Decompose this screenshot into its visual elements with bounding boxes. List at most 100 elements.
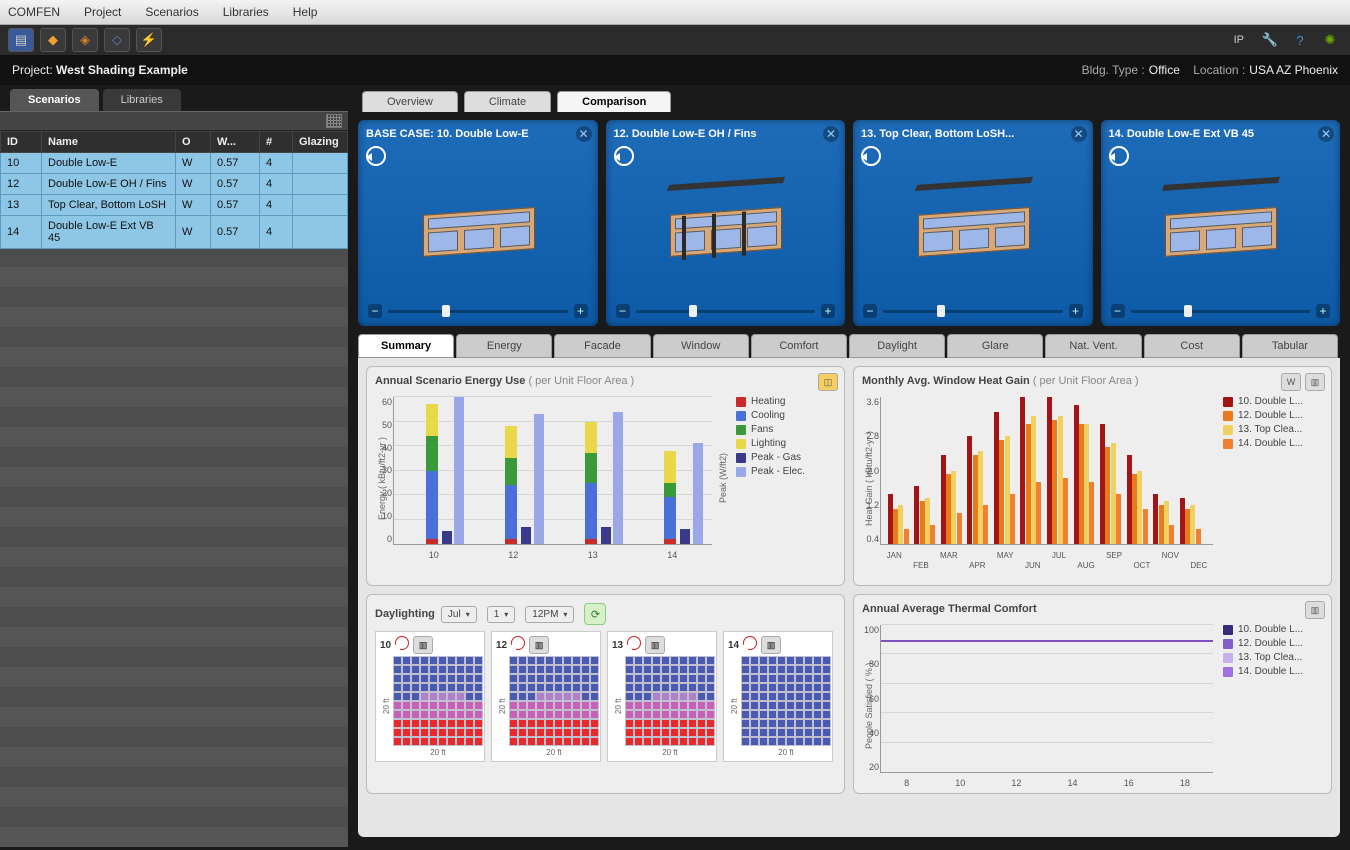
zoom-in-icon[interactable]: + [574, 304, 588, 318]
tab-overview[interactable]: Overview [362, 91, 458, 112]
comfort-legend: 10. Double L...12. Double L...13. Top Cl… [1217, 621, 1323, 791]
col-glazing[interactable]: Glazing [293, 132, 348, 153]
tool-cube-add-icon[interactable]: ◈ [72, 28, 98, 52]
zoom-out-icon[interactable]: − [368, 304, 382, 318]
heatmap-mode-icon[interactable]: ▥ [529, 636, 549, 654]
heatmap-14: 14▥20 ft20 ft [723, 631, 833, 762]
close-icon[interactable]: ✕ [823, 126, 839, 142]
zoom-out-icon[interactable]: − [863, 304, 877, 318]
compass-icon[interactable] [395, 636, 409, 650]
energy-toggle-icon[interactable]: ◫ [818, 373, 838, 391]
heatmap-13: 13▥20 ft20 ft [607, 631, 717, 762]
col-orientation[interactable]: O [176, 132, 211, 153]
model-3d[interactable] [1109, 170, 1333, 265]
menu-scenarios[interactable]: Scenarios [145, 5, 198, 19]
daylight-heatmaps: 10▥20 ft20 ft12▥20 ft20 ft13▥20 ft20 ft1… [375, 631, 836, 762]
col-wwr[interactable]: W... [211, 132, 260, 153]
main-area: Overview Climate Comparison ✕BASE CASE: … [348, 85, 1350, 847]
close-icon[interactable]: ✕ [576, 126, 592, 142]
legend-item: 12. Double L... [1223, 410, 1323, 421]
close-icon[interactable]: ✕ [1071, 126, 1087, 142]
grid-toggle-icon[interactable] [326, 114, 342, 128]
table-row[interactable]: 14Double Low-E Ext VB 45W0.574 [1, 216, 348, 249]
tab-scenarios[interactable]: Scenarios [10, 89, 99, 111]
zoom-slider[interactable] [883, 310, 1063, 313]
tab-climate[interactable]: Climate [464, 91, 551, 112]
tool-cube-icon[interactable]: ◆ [40, 28, 66, 52]
heatgain-chart-icon[interactable]: ▥ [1305, 373, 1325, 391]
model-3d[interactable] [614, 170, 838, 265]
compass-icon[interactable] [627, 636, 641, 650]
sun-icon[interactable]: ✺ [1318, 29, 1342, 51]
tab-libraries[interactable]: Libraries [103, 89, 181, 111]
col-name[interactable]: Name [42, 132, 176, 153]
sub-tab-energy[interactable]: Energy [456, 334, 552, 358]
sub-tab-comfort[interactable]: Comfort [751, 334, 847, 358]
zoom-in-icon[interactable]: + [821, 304, 835, 318]
energy-y2label: Peak (W/ft2) [716, 393, 730, 563]
daylight-day-dropdown[interactable]: 1 [487, 606, 516, 623]
sub-tab-window[interactable]: Window [653, 334, 749, 358]
table-row[interactable]: 10Double Low-EW0.574 [1, 153, 348, 174]
daylight-month-dropdown[interactable]: Jul [441, 606, 477, 623]
heatmap-mode-icon[interactable]: ▥ [645, 636, 665, 654]
scenario-card[interactable]: ✕12. Double Low-E OH / Fins−+ [606, 120, 846, 326]
result-tabs: SummaryEnergyFacadeWindowComfortDaylight… [348, 334, 1350, 358]
comfort-chart-icon[interactable]: ▥ [1305, 601, 1325, 619]
menu-comfen[interactable]: COMFEN [8, 5, 60, 19]
menu-libraries[interactable]: Libraries [223, 5, 269, 19]
heatmap-mode-icon[interactable]: ▥ [413, 636, 433, 654]
zoom-out-icon[interactable]: − [1111, 304, 1125, 318]
daylight-time-dropdown[interactable]: 12PM [525, 606, 574, 623]
compass-icon[interactable] [366, 146, 386, 166]
zoom-out-icon[interactable]: − [616, 304, 630, 318]
col-id[interactable]: ID [1, 132, 42, 153]
daylight-refresh-icon[interactable]: ⟳ [584, 603, 606, 625]
help-icon[interactable]: ? [1288, 29, 1312, 51]
compass-icon[interactable] [1109, 146, 1129, 166]
zoom-in-icon[interactable]: + [1069, 304, 1083, 318]
tool-cube-alt-icon[interactable]: ◇ [104, 28, 130, 52]
sub-tab-daylight[interactable]: Daylight [849, 334, 945, 358]
sub-tab-cost[interactable]: Cost [1144, 334, 1240, 358]
zoom-slider[interactable] [388, 310, 568, 313]
compass-icon[interactable] [511, 636, 525, 650]
heatmap-mode-icon[interactable]: ▥ [761, 636, 781, 654]
zoom-slider[interactable] [636, 310, 816, 313]
scenarios-table: ID Name O W... # Glazing 10Double Low-EW… [0, 131, 348, 249]
menu-project[interactable]: Project [84, 5, 121, 19]
close-icon[interactable]: ✕ [1318, 126, 1334, 142]
legend-item: 14. Double L... [1223, 438, 1323, 449]
energy-hint: ( per Unit Floor Area ) [528, 375, 634, 387]
sub-tab-tabular[interactable]: Tabular [1242, 334, 1338, 358]
table-row[interactable]: 12Double Low-E OH / FinsW0.574 [1, 174, 348, 195]
sub-tab-facade[interactable]: Facade [554, 334, 650, 358]
zoom-in-icon[interactable]: + [1316, 304, 1330, 318]
wrench-icon[interactable]: 🔧 [1258, 29, 1282, 51]
panel-heat-gain: W▥ Monthly Avg. Window Heat Gain ( per U… [853, 366, 1332, 586]
model-3d[interactable] [861, 170, 1085, 265]
zoom-slider[interactable] [1131, 310, 1311, 313]
tool-lightning-icon[interactable]: ⚡ [136, 28, 162, 52]
units-label[interactable]: IP [1234, 34, 1244, 46]
heatgain-w-button[interactable]: W [1281, 373, 1301, 391]
tool-document-icon[interactable]: ▤ [8, 28, 34, 52]
menu-help[interactable]: Help [293, 5, 318, 19]
compass-icon[interactable] [614, 146, 634, 166]
location[interactable]: USA AZ Phoenix [1249, 63, 1338, 77]
scenario-card[interactable]: ✕14. Double Low-E Ext VB 45−+ [1101, 120, 1341, 326]
sub-tab-summary[interactable]: Summary [358, 334, 454, 358]
tab-comparison[interactable]: Comparison [557, 91, 671, 112]
heatgain-legend: 10. Double L...12. Double L...13. Top Cl… [1217, 393, 1323, 563]
location-label: Location : [1193, 63, 1245, 77]
bldg-type[interactable]: Office [1149, 63, 1180, 77]
sub-tab-natvent[interactable]: Nat. Vent. [1045, 334, 1141, 358]
col-count[interactable]: # [260, 132, 293, 153]
table-row[interactable]: 13Top Clear, Bottom LoSHW0.574 [1, 195, 348, 216]
model-3d[interactable] [366, 170, 590, 265]
scenario-card[interactable]: ✕BASE CASE: 10. Double Low-E−+ [358, 120, 598, 326]
sub-tab-glare[interactable]: Glare [947, 334, 1043, 358]
scenario-card[interactable]: ✕13. Top Clear, Bottom LoSH...−+ [853, 120, 1093, 326]
compass-icon[interactable] [861, 146, 881, 166]
compass-icon[interactable] [743, 636, 757, 650]
